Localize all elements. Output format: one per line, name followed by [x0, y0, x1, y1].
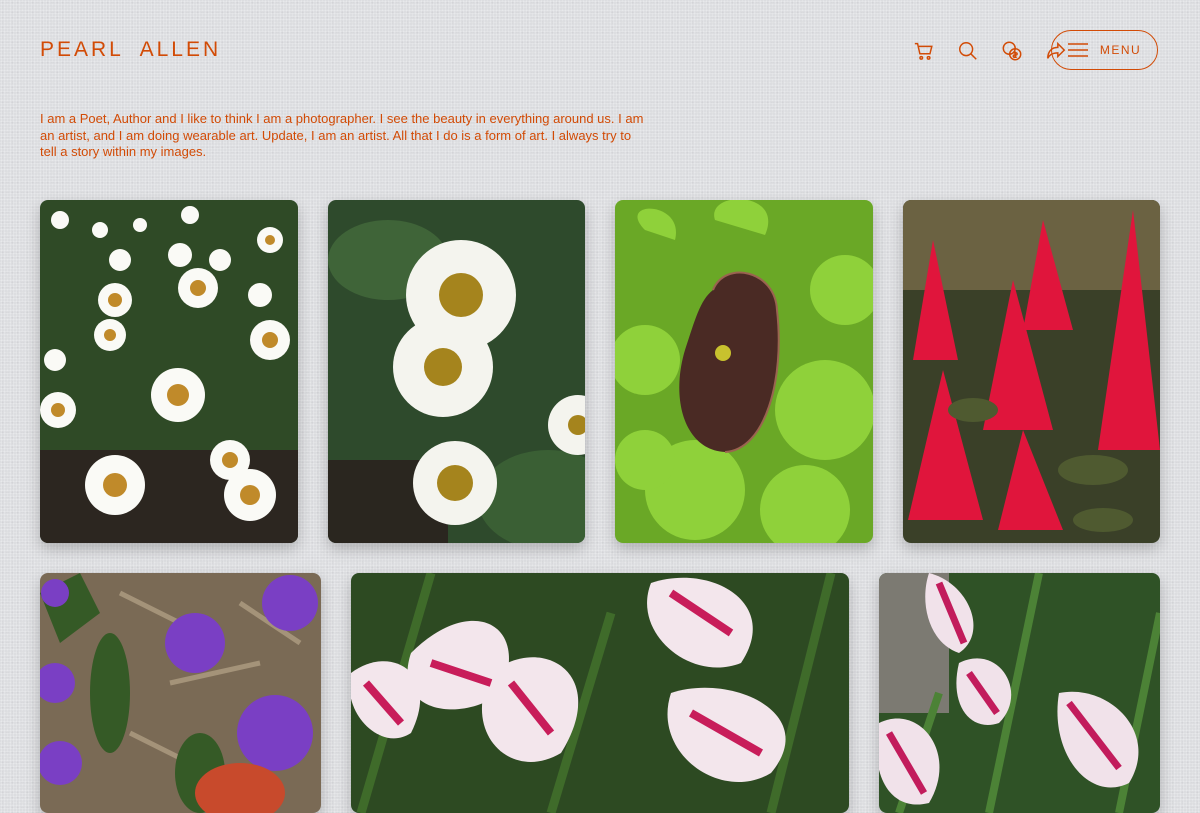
cart-icon[interactable]: [910, 37, 938, 65]
site-title[interactable]: PEARL ALLEN: [40, 38, 221, 62]
gallery-photo-pitcher-flower[interactable]: [615, 200, 873, 543]
menu-button[interactable]: MENU: [1051, 30, 1158, 70]
bio-text: I am a Poet, Author and I like to think …: [40, 111, 644, 159]
gallery-photo-purple-verbena[interactable]: [40, 573, 321, 813]
gallery-photo-daisies-closeup[interactable]: [328, 200, 585, 543]
hamburger-icon: [1067, 43, 1088, 57]
header-icon-bar: [910, 37, 1070, 65]
gallery-photo-crinum-lilies[interactable]: [879, 573, 1160, 813]
currency-icon[interactable]: [998, 37, 1026, 65]
menu-label: MENU: [1099, 43, 1142, 57]
gallery-photo-crinum-lilies-wide[interactable]: [351, 573, 849, 813]
gallery-photo-daisies-field[interactable]: [40, 200, 298, 543]
gallery-photo-red-celosia[interactable]: [903, 200, 1160, 543]
search-icon[interactable]: [954, 37, 982, 65]
